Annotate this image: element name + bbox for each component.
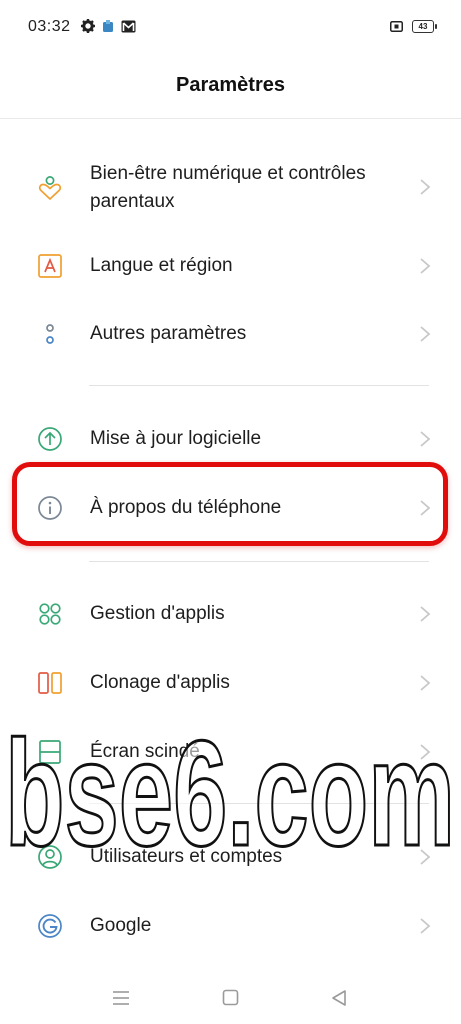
settings-item-software-update[interactable]: Mise à jour logicielle bbox=[0, 421, 461, 457]
chevron-right-icon bbox=[420, 431, 431, 447]
status-icons-left bbox=[81, 19, 136, 33]
settings-item-language[interactable]: Langue et région bbox=[0, 248, 461, 284]
highlight-box bbox=[12, 462, 448, 546]
home-icon[interactable] bbox=[222, 989, 239, 1006]
settings-item-label: Langue et région bbox=[90, 255, 233, 276]
status-time: 03:32 bbox=[28, 18, 71, 35]
chevron-right-icon bbox=[420, 606, 431, 622]
settings-item-label: Google bbox=[90, 915, 152, 936]
settings-item-digital-wellbeing[interactable]: Bien-être numérique et contrôles parenta… bbox=[0, 160, 461, 224]
app-notification-icon bbox=[103, 19, 113, 32]
settings-item-users-accounts[interactable]: Utilisateurs et comptes bbox=[0, 839, 461, 875]
language-icon bbox=[38, 254, 62, 278]
page-title: Paramètres bbox=[176, 74, 285, 96]
gmail-icon bbox=[121, 20, 136, 32]
screenshot-icon bbox=[390, 21, 403, 32]
status-bar: 03:32 43 bbox=[0, 0, 461, 52]
menu-icon[interactable] bbox=[112, 990, 130, 1006]
battery-icon: 43 bbox=[412, 20, 437, 33]
chevron-right-icon bbox=[420, 675, 431, 691]
chevron-right-icon bbox=[420, 258, 431, 274]
back-icon[interactable] bbox=[331, 989, 347, 1007]
status-icons-right: 43 bbox=[390, 20, 437, 33]
users-icon bbox=[38, 845, 62, 869]
heart-person-icon bbox=[38, 176, 62, 200]
settings-item-label: Mise à jour logicielle bbox=[90, 428, 262, 449]
settings-item-label: Écran scindé bbox=[90, 741, 200, 762]
section-divider bbox=[89, 385, 429, 386]
settings-item-label: Gestion d'applis bbox=[90, 603, 225, 624]
more-settings-icon bbox=[46, 324, 54, 344]
gear-icon bbox=[81, 19, 95, 33]
update-arrow-icon bbox=[38, 427, 62, 451]
header-divider bbox=[0, 118, 461, 119]
section-divider bbox=[89, 561, 429, 562]
settings-item-label: Autres paramètres bbox=[90, 323, 247, 344]
settings-item-split-screen[interactable]: Écran scindé bbox=[0, 734, 461, 770]
settings-item-other-settings[interactable]: Autres paramètres bbox=[0, 316, 461, 352]
navigation-bar bbox=[0, 972, 461, 1024]
settings-item-label: Clonage d'applis bbox=[90, 672, 230, 693]
settings-item-google[interactable]: Google bbox=[0, 908, 461, 944]
chevron-right-icon bbox=[420, 744, 431, 760]
settings-item-label: Utilisateurs et comptes bbox=[90, 846, 283, 867]
battery-level: 43 bbox=[418, 22, 428, 31]
chevron-right-icon bbox=[420, 326, 431, 342]
chevron-right-icon bbox=[420, 849, 431, 865]
settings-item-app-management[interactable]: Gestion d'applis bbox=[0, 596, 461, 632]
settings-item-label: Bien-être numérique et contrôles parenta… bbox=[90, 163, 366, 212]
chevron-right-icon bbox=[420, 918, 431, 934]
apps-grid-icon bbox=[39, 603, 61, 625]
settings-item-app-clone[interactable]: Clonage d'applis bbox=[0, 665, 461, 701]
chevron-right-icon bbox=[420, 179, 431, 195]
google-icon bbox=[38, 914, 62, 938]
section-divider bbox=[89, 803, 429, 804]
split-screen-icon bbox=[39, 740, 61, 764]
clone-icon bbox=[38, 672, 62, 694]
